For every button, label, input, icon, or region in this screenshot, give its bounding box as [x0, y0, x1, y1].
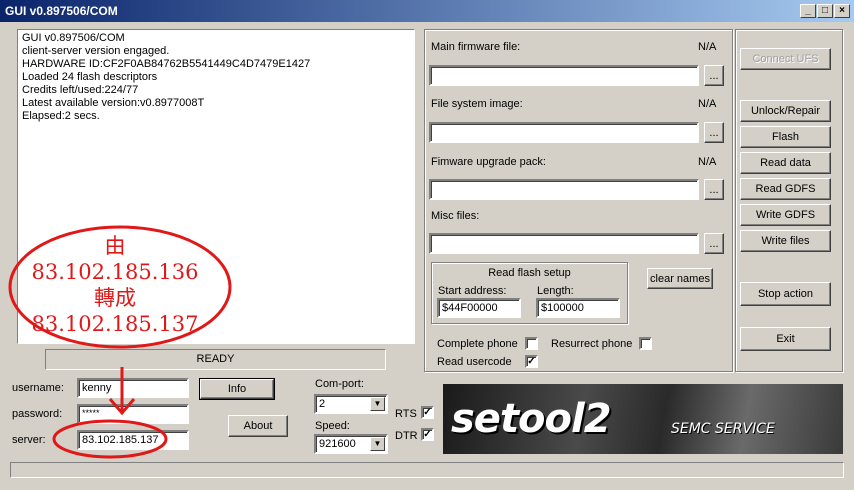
- read-usercode-checkbox[interactable]: ✓: [525, 355, 538, 368]
- maximize-button[interactable]: □: [817, 4, 833, 18]
- window-title: GUI v0.897506/COM: [5, 4, 118, 18]
- flash-button[interactable]: Flash: [740, 126, 831, 148]
- chevron-down-icon[interactable]: ▼: [370, 397, 385, 411]
- write-files-button[interactable]: Write files: [740, 230, 831, 252]
- minimize-button[interactable]: _: [800, 4, 816, 18]
- setool-banner: setool2 SEMC SERVICE: [443, 384, 843, 454]
- annotation-text: 由 83.102.185.136 轉成 83.102.185.137: [15, 233, 215, 337]
- length-label: Length:: [537, 285, 574, 297]
- read-usercode-label: Read usercode: [437, 356, 512, 368]
- upgrade-pack-input[interactable]: [429, 179, 699, 200]
- log-line: Elapsed:2 secs.: [22, 110, 100, 122]
- annotation-line: 83.102.185.137: [31, 312, 199, 336]
- stop-action-button[interactable]: Stop action: [740, 282, 831, 306]
- upgrade-pack-label: Fimware upgrade pack:: [431, 156, 546, 168]
- status-text: READY: [196, 353, 235, 365]
- log-line: GUI v0.897506/COM: [22, 32, 125, 44]
- title-bar[interactable]: GUI v0.897506/COM _ □ ×: [0, 0, 854, 22]
- annotation-arrow: [52, 367, 168, 459]
- write-gdfs-button[interactable]: Write GDFS: [740, 204, 831, 226]
- speed-select[interactable]: 921600 ▼: [314, 434, 388, 454]
- read-data-button[interactable]: Read data: [740, 152, 831, 174]
- read-gdfs-button[interactable]: Read GDFS: [740, 178, 831, 200]
- connect-ufs-button[interactable]: Connect UFS: [740, 48, 831, 70]
- upgrade-pack-state: N/A: [698, 156, 717, 168]
- file-system-state: N/A: [698, 98, 717, 110]
- annotation-line: 83.102.185.136: [31, 260, 199, 284]
- rts-checkbox[interactable]: ✓: [421, 406, 434, 419]
- log-line: client-server version engaged.: [22, 45, 170, 57]
- start-address-input[interactable]: $44F00000: [437, 298, 521, 318]
- log-line: Loaded 24 flash descriptors: [22, 71, 158, 83]
- resurrect-phone-checkbox[interactable]: [639, 337, 652, 350]
- main-firmware-input[interactable]: [429, 65, 699, 86]
- log-line: Credits left/used:224/77: [22, 84, 139, 96]
- progress-bar: [10, 462, 844, 478]
- length-input[interactable]: $100000: [536, 298, 620, 318]
- speed-label: Speed:: [315, 420, 350, 432]
- annotation-line: 由: [104, 234, 126, 258]
- actions-panel: [735, 29, 843, 372]
- file-system-browse-button[interactable]: ...: [704, 122, 724, 143]
- com-port-value: 2: [319, 398, 326, 410]
- start-address-label: Start address:: [438, 285, 507, 297]
- chevron-down-icon[interactable]: ▼: [370, 437, 385, 451]
- complete-phone-label: Complete phone: [437, 338, 518, 350]
- annotation-line: 轉成: [94, 286, 136, 310]
- banner-subtitle: SEMC SERVICE: [671, 421, 775, 437]
- resurrect-phone-label: Resurrect phone: [551, 338, 633, 350]
- main-firmware-label: Main firmware file:: [431, 41, 521, 53]
- dtr-label: DTR: [395, 430, 418, 442]
- log-line: Latest available version:v0.8977008T: [22, 97, 205, 109]
- about-button[interactable]: About: [228, 415, 288, 437]
- file-system-input[interactable]: [429, 122, 699, 143]
- misc-files-label: Misc files:: [431, 210, 480, 222]
- speed-value: 921600: [319, 438, 356, 450]
- upgrade-pack-browse-button[interactable]: ...: [704, 179, 724, 200]
- read-flash-title: Read flash setup: [488, 267, 571, 279]
- com-port-select[interactable]: 2 ▼: [314, 394, 388, 414]
- info-button[interactable]: Info: [199, 378, 275, 400]
- file-system-label: File system image:: [431, 98, 523, 110]
- misc-files-browse-button[interactable]: ...: [704, 233, 724, 254]
- main-firmware-browse-button[interactable]: ...: [704, 65, 724, 86]
- rts-label: RTS: [395, 408, 417, 420]
- exit-button[interactable]: Exit: [740, 327, 831, 351]
- dtr-checkbox[interactable]: ✓: [421, 428, 434, 441]
- clear-names-button[interactable]: clear names: [647, 268, 713, 289]
- close-button[interactable]: ×: [834, 4, 850, 18]
- unlock-repair-button[interactable]: Unlock/Repair: [740, 100, 831, 122]
- setool-logo: setool2: [451, 396, 612, 442]
- server-label: server:: [12, 434, 46, 446]
- com-port-label: Com-port:: [315, 378, 364, 390]
- main-firmware-state: N/A: [698, 41, 717, 53]
- complete-phone-checkbox[interactable]: [525, 337, 538, 350]
- log-line: HARDWARE ID:CF2F0AB84762B5541449C4D7479E…: [22, 58, 311, 70]
- misc-files-input[interactable]: [429, 233, 699, 254]
